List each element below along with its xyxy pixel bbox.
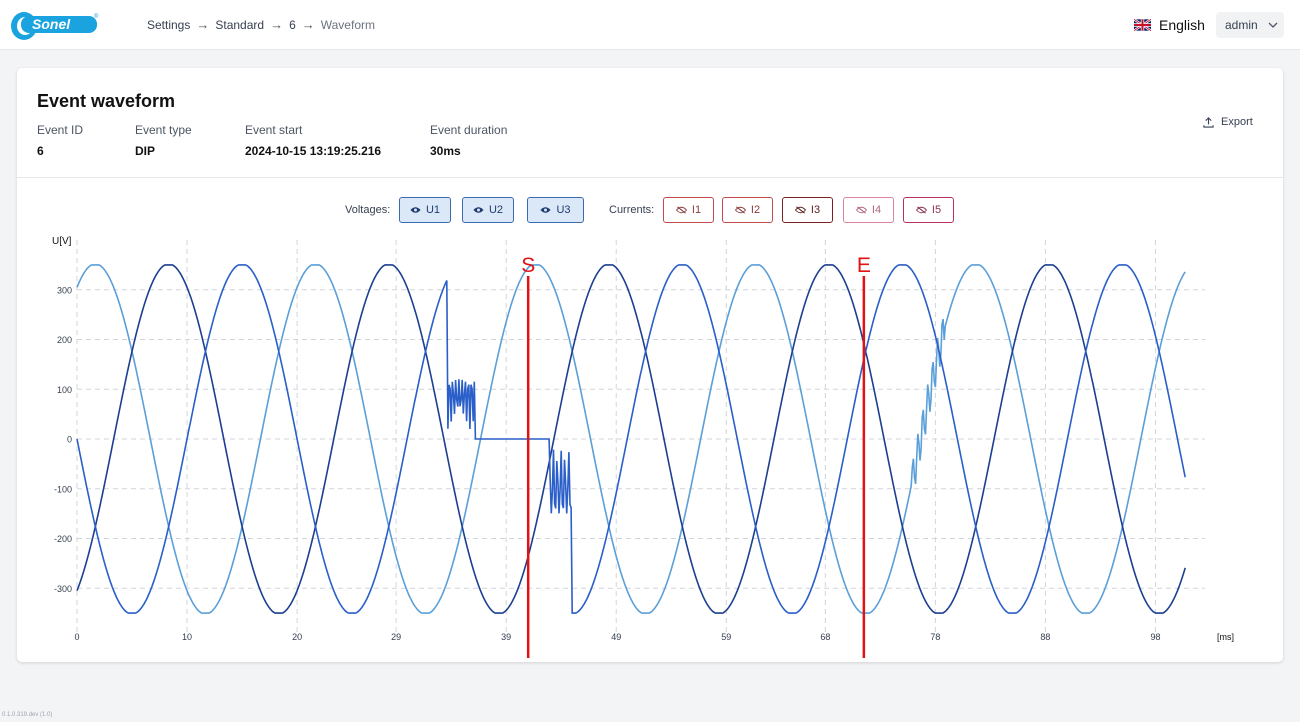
- toggle-label: I2: [750, 204, 761, 216]
- event-marker-label: S: [521, 254, 535, 277]
- x-tick-label: 68: [820, 632, 830, 642]
- breadcrumb-standard[interactable]: Standard: [215, 18, 264, 32]
- user-menu[interactable]: admin: [1216, 12, 1284, 38]
- x-tick-label: 20: [292, 632, 302, 642]
- eye-off-icon: [675, 206, 687, 214]
- arrow-right-icon: →: [196, 17, 210, 32]
- y-tick-label: 100: [57, 385, 72, 395]
- x-tick-label: 49: [611, 632, 621, 642]
- x-axis-unit: [ms]: [1217, 632, 1234, 642]
- meta-event-start: Event start 2024-10-15 13:19:25.216: [245, 123, 381, 158]
- y-axis-label: U[V]: [52, 236, 72, 247]
- breadcrumb-current: Waveform: [320, 17, 375, 32]
- meta-value: 30ms: [430, 144, 461, 158]
- meta-event-id: Event ID 6: [37, 123, 83, 158]
- breadcrumb: Settings → Standard → 6 → Waveform: [147, 17, 375, 32]
- eye-icon: [473, 207, 484, 213]
- y-tick-label: 300: [57, 285, 72, 295]
- eye-icon: [410, 207, 421, 213]
- svg-text:Sonel: Sonel: [32, 16, 71, 32]
- x-tick-label: 10: [182, 632, 192, 642]
- voltages-label: Voltages:: [345, 204, 391, 216]
- meta-label: Event start: [245, 123, 303, 137]
- x-tick-label: 59: [721, 632, 731, 642]
- chevron-down-icon: [1268, 22, 1278, 28]
- meta-value: 2024-10-15 13:19:25.216: [245, 144, 382, 158]
- y-tick-label: 200: [57, 335, 72, 345]
- x-tick-label: 0: [74, 632, 79, 642]
- export-button[interactable]: Export: [1203, 116, 1253, 128]
- waveform-chart[interactable]: 300 200 100 0 -100 -200 -300 0 10 20 29 39 49 59 68 78 8…: [17, 228, 1283, 658]
- y-tick-label: -100: [54, 484, 72, 494]
- language-selector[interactable]: English: [1134, 17, 1205, 33]
- x-tick-label: 88: [1040, 632, 1050, 642]
- series-toggles: Voltages: U1 U2 U3 Currents: I1 I2 I3 I4…: [17, 197, 1283, 223]
- version-label: 0.1.0.319.dev (1.0): [2, 712, 53, 718]
- meta-value: DIP: [135, 144, 156, 158]
- y-tick-label: -200: [54, 534, 72, 544]
- y-tick-label: -300: [54, 584, 72, 594]
- toggle-label: I5: [931, 204, 942, 216]
- toggle-label: U1: [425, 204, 441, 216]
- eye-off-icon: [855, 206, 867, 214]
- toggle-u3[interactable]: U3: [527, 197, 584, 223]
- eye-off-icon: [794, 206, 806, 214]
- svg-text:®: ®: [94, 13, 99, 20]
- eye-icon: [540, 207, 552, 213]
- x-tick-label: 39: [501, 632, 511, 642]
- toggle-u2[interactable]: U2: [462, 197, 514, 223]
- meta-event-duration: Event duration 30ms: [430, 123, 507, 158]
- x-tick-label: 98: [1150, 632, 1160, 642]
- y-tick-label: 0: [67, 435, 72, 445]
- breadcrumb-settings[interactable]: Settings: [147, 18, 190, 32]
- page-title: Event waveform: [37, 91, 176, 111]
- eye-off-icon: [734, 206, 746, 214]
- upload-icon: [1203, 116, 1214, 128]
- export-label: Export: [1221, 116, 1253, 128]
- uk-flag-icon: [1134, 19, 1151, 31]
- sonel-logo[interactable]: Sonel ®: [10, 9, 100, 43]
- toggle-i3[interactable]: I3: [782, 197, 833, 223]
- meta-value: 6: [37, 144, 44, 158]
- top-bar: Sonel ® Settings → Standard → 6 → Wavefo…: [0, 0, 1300, 50]
- toggle-label: I3: [810, 204, 821, 216]
- toggle-label: I1: [691, 204, 702, 216]
- toggle-i1[interactable]: I1: [663, 197, 714, 223]
- meta-label: Event ID: [37, 123, 84, 137]
- currents-label: Currents:: [609, 204, 655, 216]
- divider: [17, 177, 1283, 178]
- user-name: admin: [1225, 18, 1258, 32]
- language-label: English: [1159, 17, 1205, 33]
- event-card: Event waveform Event ID 6 Event type DIP…: [17, 68, 1283, 662]
- eye-off-icon: [915, 206, 927, 214]
- toggle-label: U3: [556, 204, 571, 216]
- x-tick-label: 29: [391, 632, 401, 642]
- meta-label: Event duration: [430, 123, 508, 137]
- x-tick-label: 78: [930, 632, 940, 642]
- breadcrumb-event-id[interactable]: 6: [289, 18, 296, 32]
- toggle-i5[interactable]: I5: [903, 197, 954, 223]
- toggle-i2[interactable]: I2: [722, 197, 773, 223]
- toggle-label: U2: [488, 204, 504, 216]
- toggle-label: I4: [871, 204, 882, 216]
- toggle-u1[interactable]: U1: [399, 197, 451, 223]
- meta-event-type: Event type DIP: [135, 123, 192, 158]
- meta-label: Event type: [135, 123, 192, 137]
- arrow-right-icon: →: [301, 17, 315, 32]
- event-marker-label: E: [857, 254, 871, 277]
- toggle-i4[interactable]: I4: [843, 197, 894, 223]
- arrow-right-icon: →: [270, 17, 284, 32]
